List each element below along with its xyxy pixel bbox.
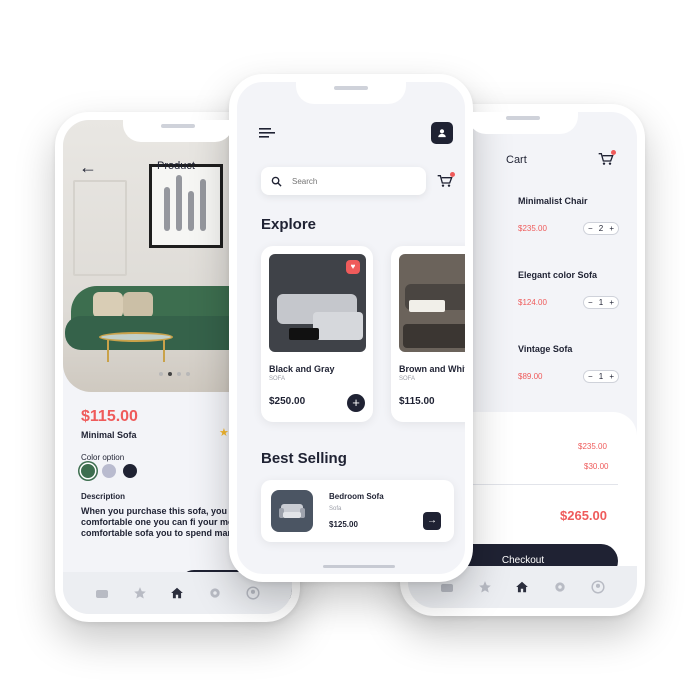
search-bar[interactable]: [261, 167, 426, 195]
cart-item-name: Minimalist Chair: [518, 196, 588, 206]
phone-notch: [296, 82, 406, 104]
summary-divider: [448, 484, 618, 485]
profile-button[interactable]: [431, 122, 453, 144]
quantity-stepper[interactable]: − 1 +: [583, 370, 619, 383]
menu-icon[interactable]: [259, 126, 275, 144]
back-arrow-icon[interactable]: ←: [79, 158, 97, 176]
color-swatch-green[interactable]: [81, 464, 95, 478]
best-selling-thumbnail: [271, 490, 313, 532]
profile-icon[interactable]: [589, 578, 607, 596]
gear-icon[interactable]: [206, 584, 224, 602]
gear-icon[interactable]: [551, 578, 569, 596]
description-label: Description: [81, 492, 126, 501]
best-selling-name: Bedroom Sofa: [329, 492, 384, 501]
product-category: SOFA: [269, 376, 286, 382]
image-carousel-dots[interactable]: [159, 372, 190, 376]
cart-icon[interactable]: [437, 172, 455, 193]
product-screen-title: Product: [157, 160, 195, 172]
home-icon[interactable]: [513, 578, 531, 596]
phone-notch: [467, 112, 578, 134]
product-image: ♥: [269, 254, 366, 352]
best-selling-price: $125.00: [329, 520, 358, 529]
plus-icon[interactable]: +: [609, 372, 614, 381]
product-price: $115.00: [81, 408, 138, 425]
plus-icon[interactable]: +: [609, 298, 614, 307]
best-selling-heading: Best Selling: [261, 450, 347, 467]
explore-heading: Explore: [261, 216, 317, 233]
best-selling-item[interactable]: Bedroom Sofa Sofa $125.00 →: [261, 480, 454, 542]
product-name: Brown and White: [399, 364, 473, 374]
product-category: SOFA: [399, 376, 416, 382]
cart-title: Cart: [506, 154, 527, 166]
product-card[interactable]: ♥ Black and Gray SOFA $250.00 +: [261, 246, 373, 422]
search-icon: [271, 176, 282, 187]
quantity-value: 1: [598, 298, 604, 307]
arrow-right-icon[interactable]: →: [423, 512, 441, 530]
summary-row-value: $235.00: [578, 442, 607, 451]
product-price: $250.00: [269, 396, 306, 407]
search-input[interactable]: [292, 176, 402, 186]
cart-item-price: $124.00: [518, 298, 547, 307]
cart-icon[interactable]: [598, 150, 616, 171]
total-value: $265.00: [560, 508, 607, 523]
quantity-value: 2: [598, 224, 604, 233]
quantity-stepper[interactable]: − 1 +: [583, 296, 619, 309]
minus-icon[interactable]: −: [588, 372, 593, 381]
star-icon[interactable]: [476, 578, 494, 596]
user-icon: [438, 129, 446, 138]
home-icon[interactable]: [168, 584, 186, 602]
best-selling-category: Sofa: [329, 506, 342, 512]
heart-icon[interactable]: ♥: [346, 260, 360, 274]
cart-item-price: $89.00: [518, 372, 543, 381]
plus-icon[interactable]: +: [609, 224, 614, 233]
product-name: Minimal Sofa: [81, 430, 137, 440]
cart-item-name: Vintage Sofa: [518, 344, 573, 354]
home-outline-icon[interactable]: [93, 584, 111, 602]
product-image: [399, 254, 465, 352]
color-swatch-navy[interactable]: [123, 464, 137, 478]
home-screen-phone: Explore ♥ Black and Gray SOFA $250.00 + …: [229, 74, 473, 582]
cart-item-name: Elegant color Sofa: [518, 270, 598, 280]
profile-icon[interactable]: [244, 584, 262, 602]
phone-notch: [122, 120, 233, 142]
cart-item-price: $235.00: [518, 224, 547, 233]
add-icon[interactable]: +: [347, 394, 365, 412]
minus-icon[interactable]: −: [588, 298, 593, 307]
product-card[interactable]: Brown and White SOFA $115.00: [391, 246, 473, 422]
product-name: Black and Gray: [269, 364, 335, 374]
home-indicator: [323, 565, 395, 568]
color-option-label: Color option: [81, 453, 125, 462]
quantity-stepper[interactable]: − 2 +: [583, 222, 619, 235]
star-icon[interactable]: [131, 584, 149, 602]
minus-icon[interactable]: −: [588, 224, 593, 233]
summary-row-value: $30.00: [584, 462, 609, 471]
color-swatch-lavender[interactable]: [102, 464, 116, 478]
product-price: $115.00: [399, 396, 435, 407]
quantity-value: 1: [598, 372, 604, 381]
rating-star-icon: ★: [219, 427, 229, 439]
color-swatches: [81, 464, 137, 478]
